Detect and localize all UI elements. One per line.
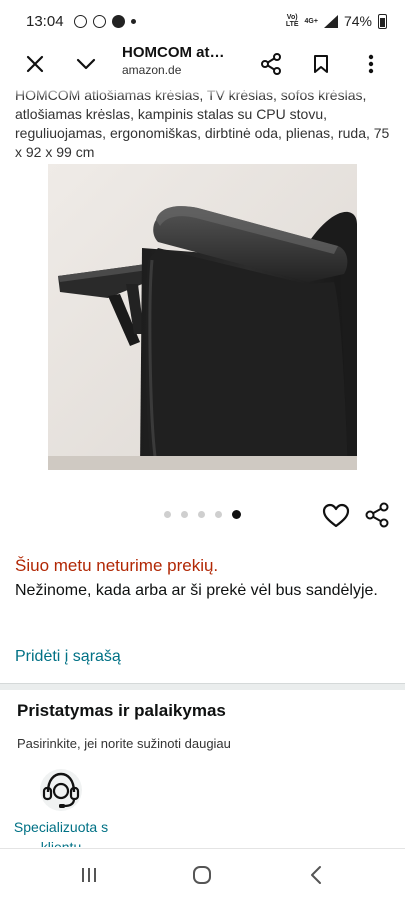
section-divider [0, 683, 405, 690]
availability-status: Šiuo metu neturime prekių. [15, 556, 219, 575]
carousel-dot[interactable] [181, 511, 188, 518]
signal-icon [323, 14, 338, 28]
status-right: Vo) LTE 4G+ 74% [286, 13, 387, 29]
status-bar: 13:04 Vo) LTE 4G+ 74% [0, 0, 405, 42]
network-gen-label: 4G+ [304, 17, 318, 25]
volte-label: Vo) [286, 14, 298, 21]
page-url: amazon.de [122, 63, 182, 77]
system-navigation-bar [0, 848, 405, 900]
battery-icon [378, 13, 387, 29]
chevron-down-icon [76, 58, 96, 70]
share-product-button[interactable] [364, 502, 390, 528]
home-button[interactable] [190, 863, 214, 887]
bookmark-icon [314, 55, 328, 73]
description-fade [0, 86, 405, 96]
heart-icon [322, 503, 350, 528]
recent-apps-button[interactable] [77, 863, 101, 887]
status-left: 13:04 [26, 13, 136, 30]
bookmark-button[interactable] [306, 49, 336, 79]
custom-tab-header: HOMCOM at… amazon.de [0, 42, 405, 86]
carousel-dot[interactable] [215, 511, 222, 518]
share-icon [261, 53, 281, 75]
carousel-dot[interactable] [164, 511, 171, 518]
download-icon [92, 14, 106, 28]
back-icon [311, 866, 321, 884]
close-icon [26, 55, 44, 73]
product-image[interactable] [48, 164, 357, 470]
customer-support-button[interactable] [36, 766, 86, 812]
notification-icon [73, 14, 87, 28]
share-button[interactable] [256, 49, 286, 79]
battery-percent: 74% [343, 13, 372, 29]
carousel-dot[interactable] [198, 511, 205, 518]
page-title: HOMCOM at… [122, 44, 225, 61]
availability-note: Nežinome, kada arba ar ši prekė vėl bus … [15, 582, 378, 599]
home-icon [193, 866, 211, 884]
close-button[interactable] [20, 49, 50, 79]
page-title-block[interactable]: HOMCOM at… amazon.de [122, 44, 252, 77]
product-description: HOMCOM atlošiamas krėslas, TV krėslas, s… [15, 87, 390, 160]
more-vert-icon [368, 54, 374, 74]
customer-support-label[interactable]: Specializuota s klientu [10, 817, 112, 847]
share-icon [365, 502, 389, 528]
collapse-button[interactable] [71, 49, 101, 79]
facebook-icon [111, 14, 125, 28]
volte-indicator: Vo) LTE [286, 14, 299, 28]
recliner-chair-image [48, 164, 357, 470]
delivery-section-subtitle: Pasirinkite, jei norite sužinoti daugiau [17, 736, 231, 751]
lte-label: LTE [285, 21, 299, 28]
add-to-list-link[interactable]: Pridėti į sąrašą [15, 648, 121, 666]
recent-apps-icon [82, 868, 96, 882]
headset-icon [40, 769, 82, 811]
back-button[interactable] [304, 863, 328, 887]
more-menu-button[interactable] [356, 49, 386, 79]
more-notifications-icon [130, 18, 136, 24]
status-time: 13:04 [26, 12, 64, 30]
delivery-section-title: Pristatymas ir palaikymas [17, 701, 226, 720]
carousel-dot-active[interactable] [232, 510, 241, 519]
add-to-wishlist-button[interactable] [322, 503, 350, 529]
image-carousel-dots [164, 510, 241, 519]
